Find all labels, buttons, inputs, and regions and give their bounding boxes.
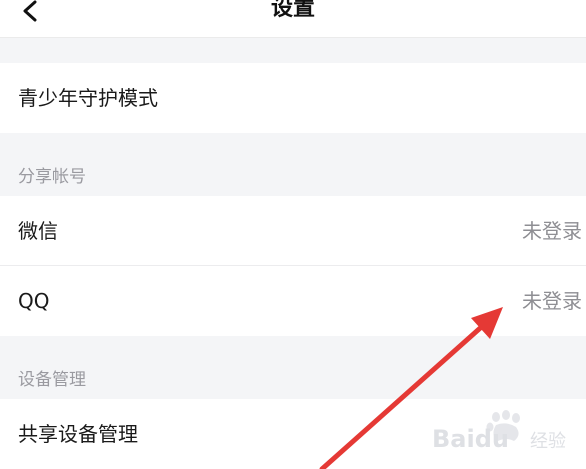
teen-mode-label: 青少年守护模式 — [18, 86, 158, 110]
baidu-watermark-logo: Baidu 经验 — [430, 407, 580, 453]
teen-mode-row[interactable]: 青少年守护模式 — [0, 63, 586, 133]
wechat-row[interactable]: 微信 未登录 — [0, 196, 586, 266]
section-header-share-accounts: 分享帐号 — [18, 167, 86, 187]
qq-login-status: 未登录 — [522, 289, 582, 313]
section-header-device-management: 设备管理 — [18, 370, 86, 390]
qq-label: QQ — [18, 289, 50, 313]
qq-row[interactable]: QQ 未登录 — [0, 266, 586, 336]
wechat-login-status: 未登录 — [522, 219, 582, 243]
watermark-text: Baidu — [432, 425, 509, 453]
top-nav-bar: 设置 — [0, 0, 586, 38]
page-title: 设置 — [270, 0, 315, 21]
watermark-subtext: 经验 — [530, 431, 566, 452]
shared-device-management-label: 共享设备管理 — [18, 422, 138, 446]
wechat-label: 微信 — [18, 219, 58, 243]
